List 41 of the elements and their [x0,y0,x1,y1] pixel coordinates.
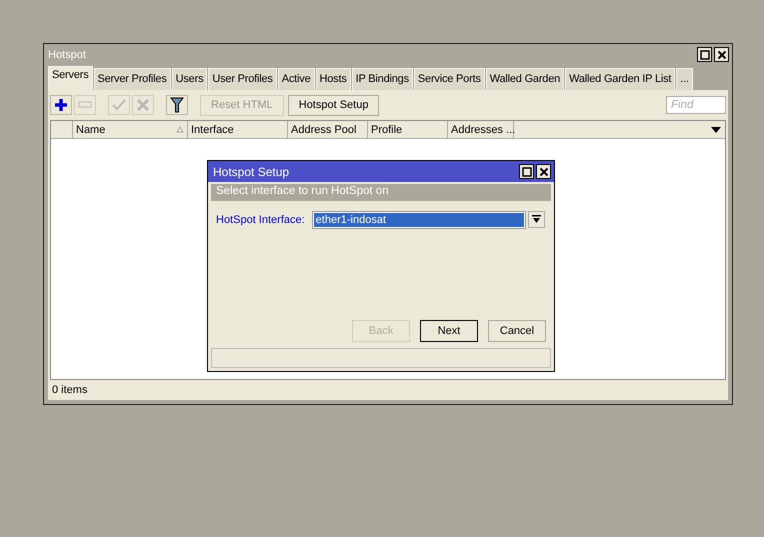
maximize-button[interactable] [697,47,712,62]
find-field[interactable]: Find [666,96,726,114]
tab[interactable]: ... [676,68,693,90]
dialog-title: Hotspot Setup [213,164,290,178]
close-button[interactable] [714,47,729,62]
tab[interactable]: Server Profiles [94,68,171,90]
tab[interactable]: Service Ports [414,68,485,90]
column-header[interactable]: Profile [371,124,447,136]
maximize-button[interactable] [519,164,534,179]
plus-icon [54,98,68,112]
dropdown-button[interactable] [528,211,545,228]
dialog-button[interactable]: Next [420,320,478,342]
window-title: Hotspot [48,48,87,60]
tab[interactable]: Active [278,68,315,90]
column-header[interactable]: Interface [191,124,287,136]
status-text: 0 items [52,384,88,396]
toolbar-button[interactable]: Hotspot Setup [288,94,380,116]
minus-icon [78,101,92,109]
column-header[interactable]: Name [76,124,187,136]
dropdown-icon[interactable] [711,126,721,132]
sort-icon [176,126,184,133]
tab[interactable]: IP Bindings [352,68,413,90]
dialog-button[interactable]: Cancel [488,320,546,342]
step-banner: Select interface to run HotSpot on [211,184,551,201]
checkmark-icon [112,99,126,111]
tab[interactable]: User Profiles [208,68,277,90]
tab[interactable]: Hosts [316,68,351,90]
field-label: HotSpot Interface: [216,214,305,226]
interface-field[interactable]: ether1-indosat [312,212,525,228]
tab[interactable]: Walled Garden IP List [565,68,676,90]
dropdown-icon [532,215,541,224]
close-button[interactable] [536,164,551,179]
tab[interactable]: Users [172,68,208,90]
tab[interactable]: Walled Garden [486,68,564,90]
cross-icon [137,99,149,111]
add-button[interactable] [50,95,72,115]
column-header[interactable]: Addresses ... [451,124,518,136]
tab[interactable]: Servers [48,66,92,90]
filter-icon [170,97,184,113]
column-header[interactable]: Address Pool [291,124,367,136]
filter-button[interactable] [166,95,188,115]
